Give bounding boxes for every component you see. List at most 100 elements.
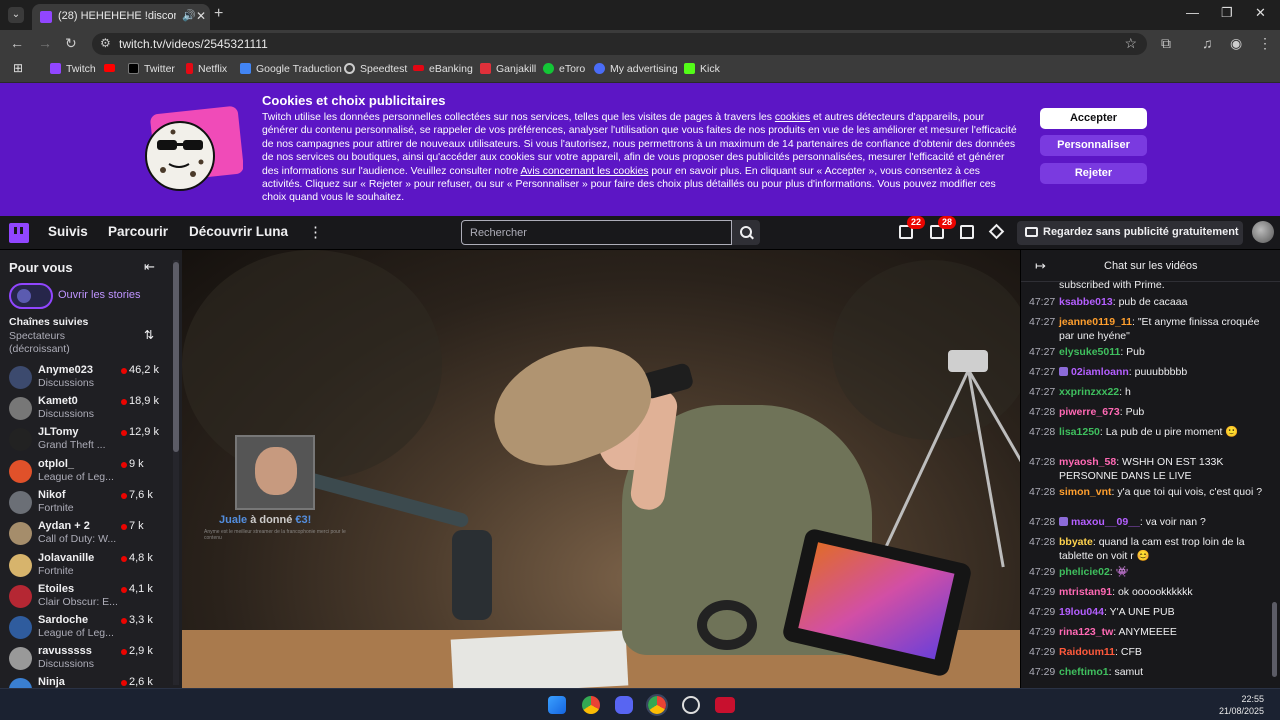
twitch-favicon-icon bbox=[40, 11, 52, 23]
sort-icon[interactable]: ⇅ bbox=[144, 328, 154, 342]
chrome-active-icon[interactable] bbox=[646, 694, 668, 716]
sidebar-channel[interactable]: Sardoche League of Leg... 3,3 k bbox=[0, 613, 172, 643]
live-indicator-icon bbox=[121, 618, 127, 624]
chat-username[interactable]: mtristan91 bbox=[1059, 586, 1112, 598]
chat-username[interactable]: simon_vnt bbox=[1059, 486, 1112, 498]
bookmark-star-icon[interactable]: ☆ bbox=[1124, 35, 1137, 52]
windows-start-icon[interactable] bbox=[548, 696, 566, 714]
cookie-notice-link[interactable]: Avis concernant les cookies bbox=[520, 166, 648, 177]
url-text[interactable]: twitch.tv/videos/2545321111 bbox=[119, 37, 268, 51]
channel-name: Aydan + 2 bbox=[38, 520, 90, 532]
screen: ⌄ (28) HEHEHEHE !discord !do 🔊 ✕ + — ❐ ✕… bbox=[0, 0, 1280, 720]
chat-scrollbar[interactable] bbox=[1272, 602, 1277, 677]
cookies-link[interactable]: cookies bbox=[775, 112, 810, 123]
chat-username[interactable]: ksabbe013 bbox=[1059, 296, 1113, 308]
user-avatar[interactable] bbox=[1252, 221, 1274, 243]
new-tab-icon[interactable]: + bbox=[214, 5, 223, 23]
chat-username[interactable]: piwerre_673 bbox=[1059, 406, 1120, 418]
chat-username[interactable]: 19lou044 bbox=[1059, 606, 1104, 618]
notifications-icon[interactable]: 28 bbox=[930, 216, 957, 239]
chat-username[interactable]: bbyate bbox=[1059, 536, 1093, 548]
apps-grid-icon[interactable]: ⊞ bbox=[13, 61, 23, 75]
search-icon[interactable] bbox=[732, 220, 760, 245]
discord-icon[interactable] bbox=[615, 696, 633, 714]
back-icon[interactable]: ← bbox=[10, 35, 24, 51]
nav-browse[interactable]: Parcourir bbox=[108, 224, 168, 239]
chat-username[interactable]: jeanne0119_11 bbox=[1059, 316, 1132, 328]
close-tab-icon[interactable]: ✕ bbox=[196, 9, 206, 23]
chat-username[interactable]: elysuke5011 bbox=[1059, 346, 1120, 358]
close-window-icon[interactable]: ✕ bbox=[1255, 5, 1266, 21]
chat-message-body: cheftimo1: samut bbox=[1059, 666, 1265, 680]
search-input[interactable]: Rechercher bbox=[461, 220, 732, 245]
bookmark-twitch[interactable]: Twitch bbox=[50, 63, 96, 75]
profile-icon[interactable]: ◉ bbox=[1230, 35, 1242, 52]
chat-username[interactable]: rina123_tw bbox=[1059, 626, 1113, 638]
bookmark-ganjakill[interactable]: Ganjakill bbox=[480, 63, 536, 75]
chat-username[interactable]: cheftimo1 bbox=[1059, 666, 1109, 678]
sidebar-channel[interactable]: Etoiles Clair Obscur: E... 4,1 k bbox=[0, 582, 172, 612]
system-clock[interactable]: 22:55 21/08/2025 bbox=[1219, 693, 1264, 717]
voicemeeter-icon[interactable] bbox=[715, 697, 735, 713]
customize-cookies-button[interactable]: Personnaliser bbox=[1040, 135, 1147, 156]
bookmark-speedtest[interactable]: Speedtest bbox=[344, 63, 407, 75]
ad-free-button[interactable]: Regardez sans publicité gratuitement bbox=[1017, 221, 1243, 245]
chat-username[interactable]: 02iamloann bbox=[1071, 366, 1129, 378]
restore-icon[interactable]: ❐ bbox=[1221, 5, 1233, 21]
bookmark-etoro[interactable]: eToro bbox=[543, 63, 585, 75]
twitch-logo-icon[interactable] bbox=[9, 223, 29, 243]
sidebar-channel[interactable]: ravusssss Discussions 2,9 k bbox=[0, 644, 172, 674]
sidebar-channel[interactable]: otplol_ League of Leg... 9 k bbox=[0, 457, 172, 487]
chat-username[interactable]: myaosh_58 bbox=[1059, 456, 1116, 468]
whispers-icon[interactable] bbox=[960, 225, 974, 239]
minimize-icon[interactable]: — bbox=[1186, 5, 1199, 20]
extensions-icon[interactable]: ⧉ bbox=[1161, 35, 1171, 52]
expand-chat-icon[interactable]: ↦ bbox=[1035, 258, 1046, 274]
bookmark-kick[interactable]: Kick bbox=[684, 63, 720, 75]
address-bar[interactable]: ⚙ twitch.tv/videos/2545321111 ☆ bbox=[92, 33, 1147, 55]
sidebar-channel[interactable]: Jolavanille Fortnite 4,8 k bbox=[0, 551, 172, 581]
media-control-icon[interactable]: ♫ bbox=[1202, 35, 1213, 51]
collapse-sidebar-icon[interactable]: ⇤ bbox=[144, 259, 155, 275]
more-options-icon[interactable]: ⋮ bbox=[308, 223, 323, 241]
sidebar-channel[interactable]: Anyme023 Discussions 46,2 k bbox=[0, 363, 172, 393]
reject-cookies-button[interactable]: Rejeter bbox=[1040, 163, 1147, 184]
channel-category: Grand Theft ... bbox=[38, 439, 106, 451]
inbox-icon[interactable]: 22 bbox=[899, 216, 926, 239]
nav-luna[interactable]: Découvrir Luna bbox=[189, 224, 288, 239]
sidebar-channel[interactable]: Kamet0 Discussions 18,9 k bbox=[0, 394, 172, 424]
site-info-icon[interactable]: ⚙ bbox=[100, 36, 111, 50]
chrome-icon[interactable] bbox=[582, 696, 600, 714]
forward-icon[interactable]: → bbox=[38, 35, 52, 51]
bookmark-twitter[interactable]: Twitter bbox=[128, 63, 175, 75]
viewer-count: 3,3 k bbox=[129, 614, 153, 626]
stories-avatars[interactable] bbox=[9, 283, 53, 309]
channel-avatar bbox=[9, 428, 32, 451]
bookmark-youtube[interactable] bbox=[104, 63, 120, 75]
speaker-icon[interactable]: 🔊 bbox=[182, 9, 196, 22]
bookmark-ebanking[interactable]: eBanking bbox=[413, 63, 473, 75]
accept-cookies-button[interactable]: Accepter bbox=[1040, 108, 1147, 129]
bookmark-netflix[interactable]: Netflix bbox=[186, 63, 227, 75]
browser-menu-icon[interactable]: ⋮ bbox=[1258, 35, 1272, 52]
sidebar-channel[interactable]: Aydan + 2 Call of Duty: W... 7 k bbox=[0, 519, 172, 549]
chat-username[interactable]: xxprinzxx22 bbox=[1059, 386, 1119, 398]
sidebar-channel[interactable]: JLTomy Grand Theft ... 12,9 k bbox=[0, 425, 172, 455]
sidebar-channel[interactable]: Ninja 2,6 k bbox=[0, 675, 172, 688]
nav-following[interactable]: Suivis bbox=[48, 224, 88, 239]
open-stories-link[interactable]: Ouvrir les stories bbox=[58, 289, 141, 301]
video-player[interactable]: Juale à donné €3! Anyme est le meilleur … bbox=[182, 250, 1020, 688]
sidebar-channel[interactable]: Nikof Fortnite 7,6 k bbox=[0, 488, 172, 518]
chat-username[interactable]: maxou__09__ bbox=[1071, 516, 1140, 528]
bookmark-google-translate[interactable]: Google Traduction bbox=[240, 63, 342, 75]
reload-icon[interactable]: ↻ bbox=[65, 35, 77, 52]
browser-tab-active[interactable]: (28) HEHEHEHE !discord !do 🔊 ✕ bbox=[32, 4, 210, 30]
steam-icon[interactable] bbox=[682, 696, 700, 714]
bookmark-my-advertising[interactable]: My advertising bbox=[594, 63, 678, 75]
chat-username[interactable]: lisa1250 bbox=[1059, 426, 1100, 438]
bits-icon[interactable] bbox=[988, 223, 1005, 240]
chat-username[interactable]: Raidoum11 bbox=[1059, 646, 1115, 658]
sidebar-scroll-thumb[interactable] bbox=[173, 262, 179, 452]
tab-search-icon[interactable]: ⌄ bbox=[8, 7, 24, 23]
chat-username[interactable]: phelicie02 bbox=[1059, 566, 1110, 578]
